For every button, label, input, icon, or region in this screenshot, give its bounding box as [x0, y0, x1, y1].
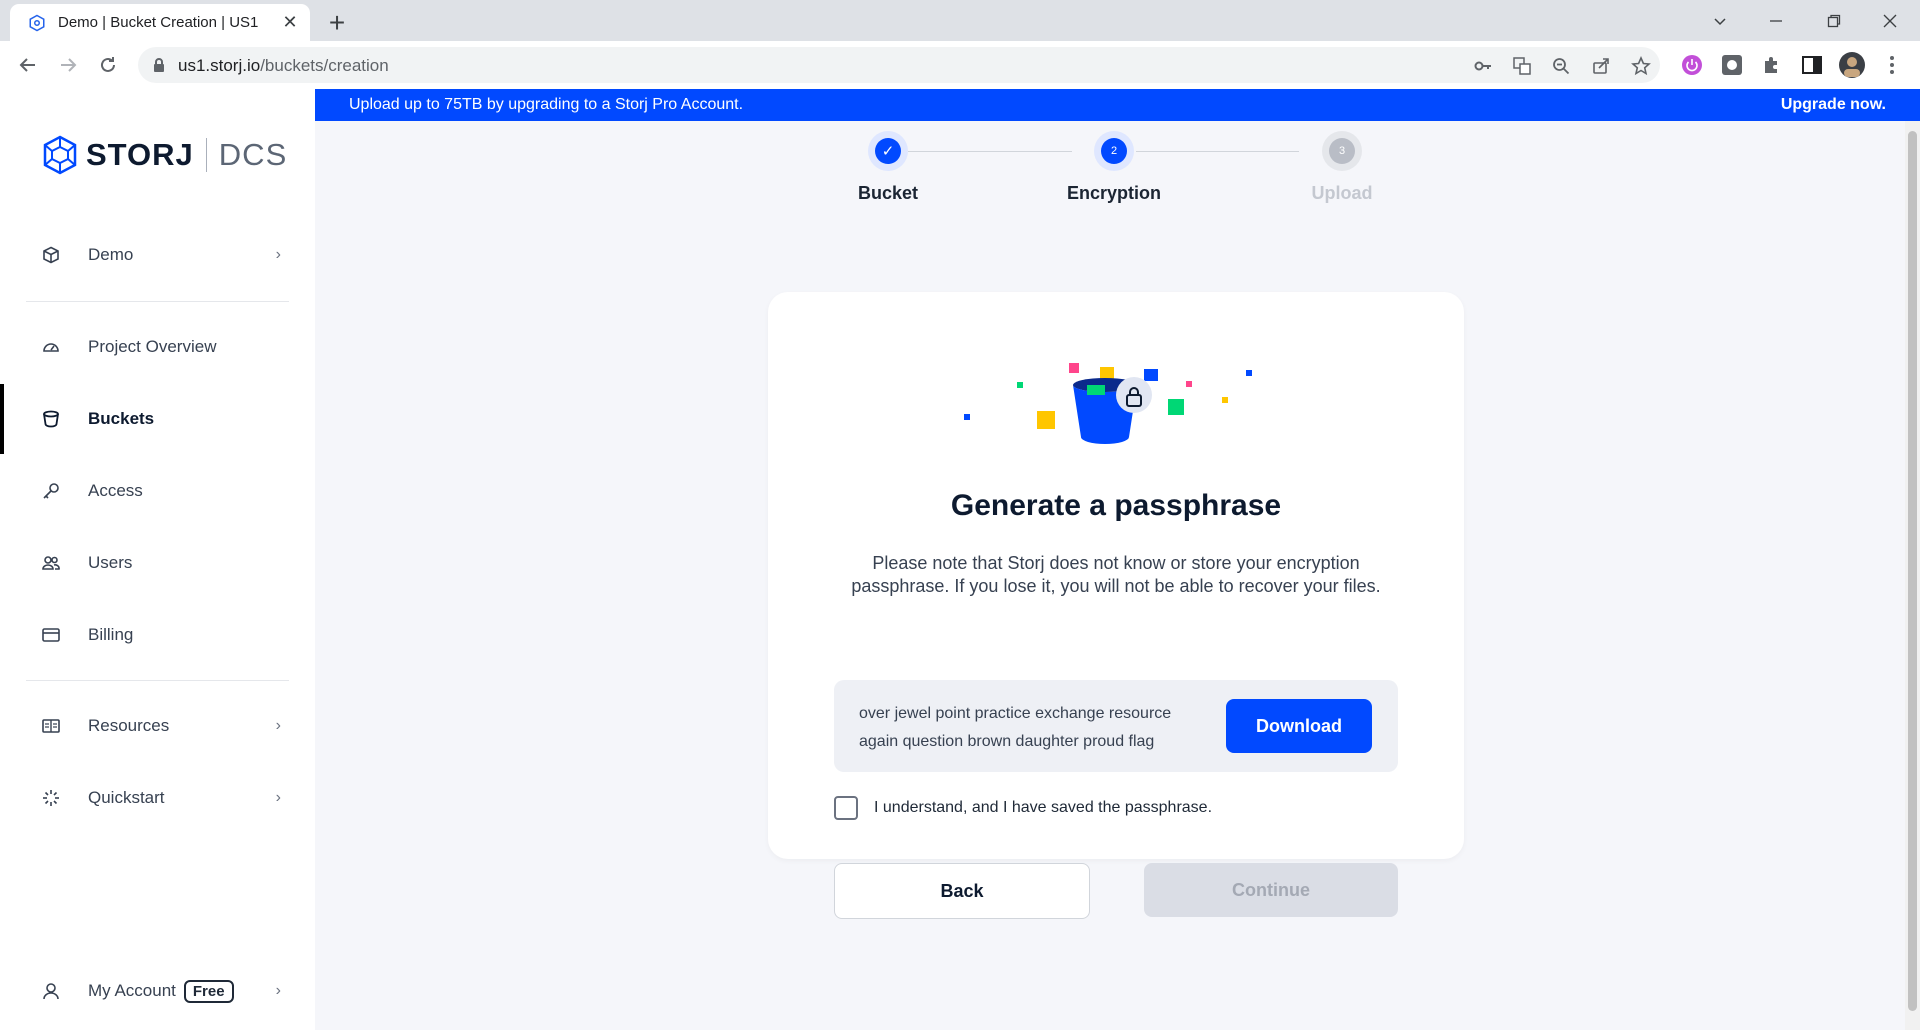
tab-title: Demo | Bucket Creation | US1: [58, 14, 259, 31]
bookmark-star-icon[interactable]: [1630, 55, 1652, 77]
share-icon[interactable]: [1590, 55, 1612, 77]
page-scrollbar[interactable]: [1905, 121, 1920, 1030]
sidebar-item-label: Buckets: [88, 409, 155, 428]
window-close-icon[interactable]: [1862, 0, 1918, 41]
url-path: /buckets/creation: [260, 56, 389, 75]
step-label: Bucket: [857, 183, 919, 203]
step-label: Encryption: [1066, 183, 1161, 203]
forward-arrow-icon[interactable]: [52, 49, 84, 81]
acknowledge-label: I understand, and I have saved the passp…: [874, 799, 1213, 816]
key-icon: [40, 480, 62, 502]
step-number: 3: [1322, 131, 1362, 171]
card-title: Generate a passphrase: [950, 489, 1282, 522]
sidebar-item-access[interactable]: Access: [0, 466, 315, 516]
browser-tab[interactable]: Demo | Bucket Creation | US1 ✕: [10, 4, 310, 41]
dashboard-gauge-icon: [40, 336, 62, 358]
sidebar-divider: [26, 680, 289, 681]
extension-square-icon[interactable]: [1718, 51, 1746, 79]
chevron-right-icon: ›: [275, 982, 281, 999]
back-arrow-icon[interactable]: [12, 49, 44, 81]
user-icon: [40, 980, 62, 1002]
zoom-out-icon[interactable]: [1550, 55, 1572, 77]
sparkle-icon: [40, 787, 62, 809]
download-button[interactable]: Download: [1226, 699, 1372, 753]
account-label: My Account: [88, 980, 176, 1000]
logo-brand: STORJ: [86, 137, 194, 172]
chevron-right-icon: ›: [275, 717, 281, 734]
sidebar-item-label: Quickstart: [88, 788, 165, 807]
url-host: us1.storj.io: [178, 56, 261, 75]
step-label: Upload: [1311, 183, 1373, 203]
step-number: 2: [1094, 131, 1134, 171]
new-tab-button[interactable]: +: [320, 6, 354, 40]
sidebar-divider: [26, 301, 289, 302]
acknowledge-row[interactable]: I understand, and I have saved the passp…: [834, 796, 1212, 820]
tab-close-icon[interactable]: ✕: [276, 9, 304, 37]
upgrade-banner: Upload up to 75TB by upgrading to a Stor…: [315, 89, 1920, 121]
passphrase-box: over jewel point practice exchange resou…: [834, 680, 1398, 772]
profile-avatar-icon[interactable]: [1838, 51, 1866, 79]
banner-message: Upload up to 75TB by upgrading to a Stor…: [349, 96, 744, 113]
side-panel-icon[interactable]: [1798, 51, 1826, 79]
extensions-puzzle-icon[interactable]: [1758, 51, 1786, 79]
encrypted-bucket-illustration-icon: [964, 363, 1252, 444]
scrollbar-thumb[interactable]: [1908, 131, 1917, 1011]
account-menu[interactable]: My Account Free ›: [0, 966, 315, 1016]
cube-icon: [40, 244, 62, 266]
back-button[interactable]: Back: [834, 863, 1090, 919]
sidebar-item-label: Users: [88, 553, 133, 572]
main-content: ✓ Bucket 2 Encryption 3 Upload Generate …: [315, 121, 1920, 1030]
sidebar-item-project-overview[interactable]: Project Overview: [0, 322, 315, 372]
sidebar-item-label: Resources: [88, 716, 170, 735]
continue-button[interactable]: Continue: [1144, 863, 1398, 917]
acknowledge-checkbox[interactable]: [834, 796, 858, 820]
sidebar-item-label: Project Overview: [88, 337, 217, 356]
step-complete-icon: ✓: [868, 131, 908, 171]
step-encryption: 2 Encryption: [1004, 131, 1224, 204]
lock-icon: [152, 57, 166, 78]
card-description: Please note that Storj does not know or …: [851, 553, 1381, 596]
sidebar-item-quickstart[interactable]: Quickstart ›: [0, 773, 315, 823]
browser-tabstrip: Demo | Bucket Creation | US1 ✕ +: [0, 0, 1920, 41]
logo-product: DCS: [218, 137, 288, 172]
sidebar-item-label: Access: [88, 481, 143, 500]
sidebar-item-resources[interactable]: Resources ›: [0, 701, 315, 751]
sidebar-item-label: Billing: [88, 625, 134, 644]
stepper: ✓ Bucket 2 Encryption 3 Upload: [315, 121, 1920, 221]
storj-favicon-icon: [26, 12, 48, 34]
step-bucket: ✓ Bucket: [778, 131, 998, 204]
restore-icon[interactable]: [1806, 0, 1862, 41]
sidebar-item-billing[interactable]: Billing: [0, 610, 315, 660]
reload-icon[interactable]: [92, 49, 124, 81]
storj-logo-icon: [43, 135, 77, 175]
sidebar: STORJ DCS Demo › Project Overview Bucket…: [0, 89, 315, 1030]
chevron-right-icon: ›: [275, 246, 281, 263]
chevron-right-icon: ›: [275, 789, 281, 806]
sidebar-item-users[interactable]: Users: [0, 538, 315, 588]
credit-card-icon: [40, 624, 62, 646]
bucket-icon: [40, 408, 62, 430]
extension-power-icon[interactable]: [1678, 51, 1706, 79]
storj-logo[interactable]: STORJ DCS: [42, 135, 287, 175]
passphrase-card: Generate a passphrase Please note that S…: [768, 292, 1464, 919]
logo-separator: [205, 138, 207, 172]
browser-menu-icon[interactable]: [1878, 51, 1906, 79]
key-icon[interactable]: [1472, 55, 1494, 77]
minimize-icon[interactable]: [1748, 0, 1804, 41]
users-icon: [40, 552, 62, 574]
sidebar-item-buckets[interactable]: Buckets: [0, 384, 315, 454]
project-name: Demo: [88, 245, 134, 264]
upgrade-now-link[interactable]: Upgrade now.: [1781, 96, 1886, 114]
project-selector[interactable]: Demo ›: [0, 230, 315, 280]
translate-icon[interactable]: [1511, 55, 1533, 77]
book-icon: [40, 715, 62, 737]
address-bar[interactable]: us1.storj.io/buckets/creation: [138, 47, 1660, 83]
step-upload: 3 Upload: [1232, 131, 1452, 204]
browser-toolbar: us1.storj.io/buckets/creation: [0, 41, 1920, 90]
account-plan-badge: Free: [183, 979, 234, 1003]
tab-search-icon[interactable]: [1692, 0, 1748, 41]
passphrase-text[interactable]: over jewel point practice exchange resou…: [859, 700, 1189, 756]
